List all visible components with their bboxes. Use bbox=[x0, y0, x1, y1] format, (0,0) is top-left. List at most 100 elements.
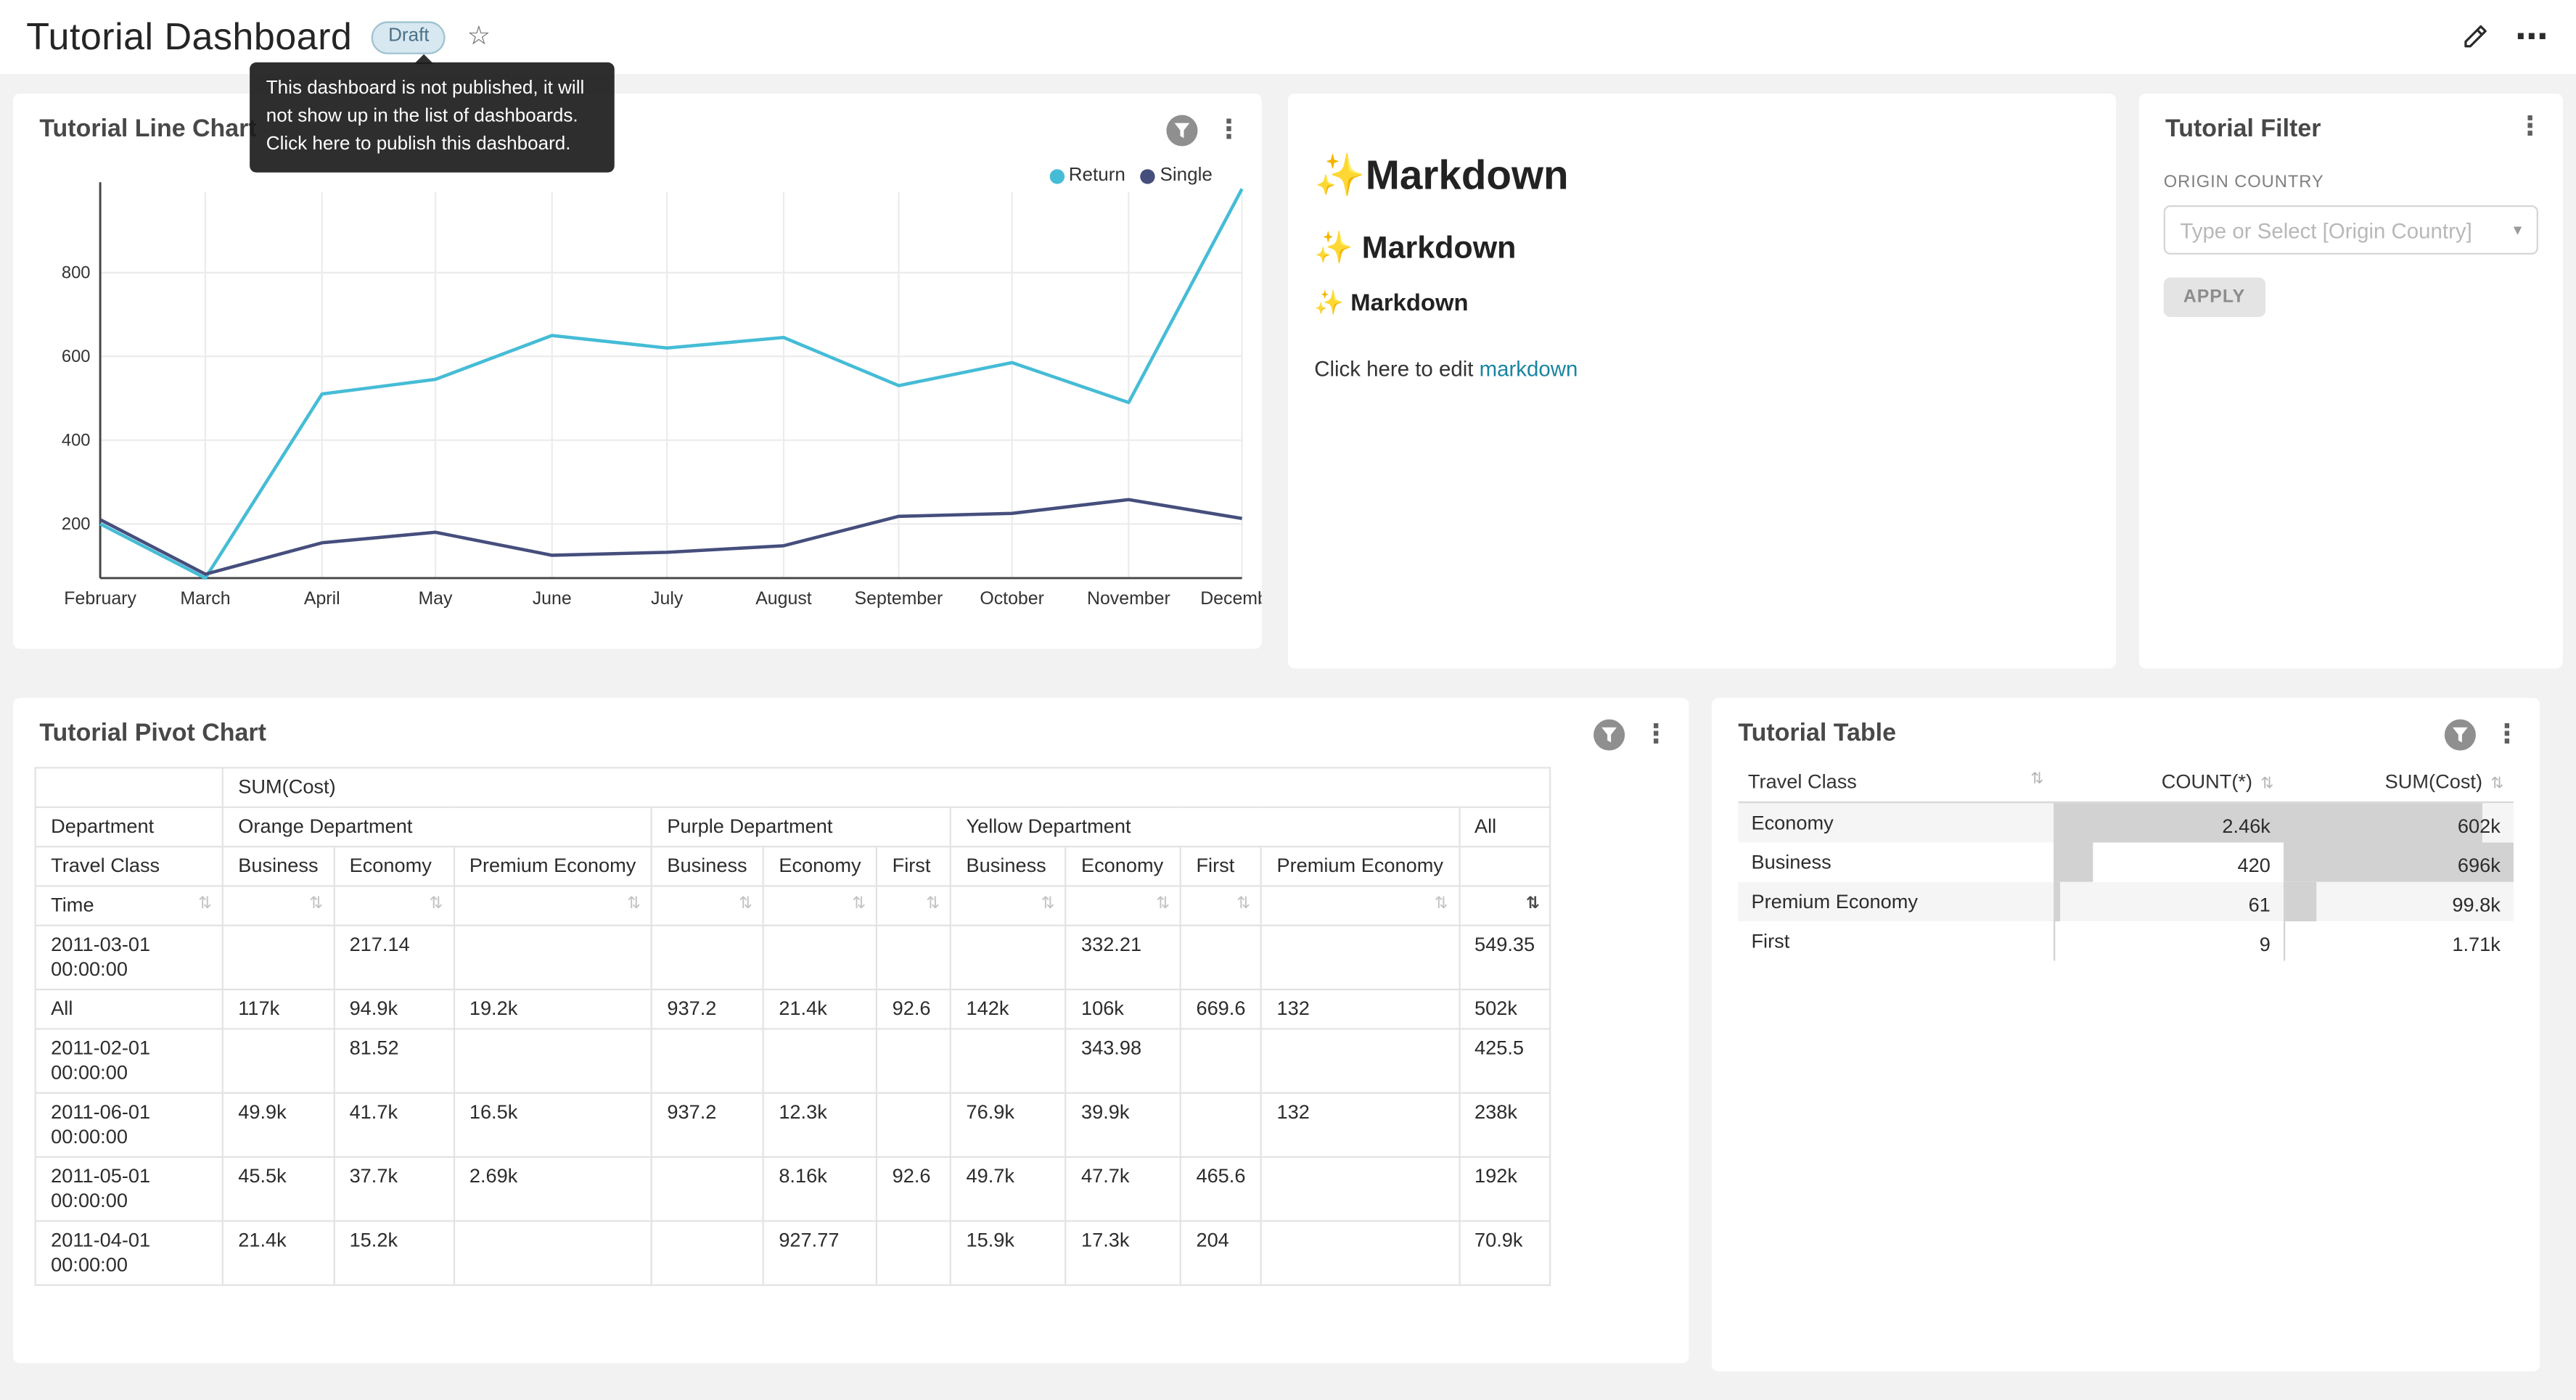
cell-travel-class: Economy bbox=[1738, 802, 2054, 841]
pivot-cell bbox=[652, 926, 763, 989]
markdown-card[interactable]: ✨Markdown ✨ Markdown ✨ Markdown Click he… bbox=[1288, 94, 2116, 668]
pivot-cell: 669.6 bbox=[1181, 989, 1261, 1029]
pivot-cell bbox=[1261, 926, 1459, 989]
pivot-sort-col[interactable]: ⇅ bbox=[454, 886, 652, 925]
pivot-cell bbox=[223, 1029, 334, 1092]
pivot-sort-col[interactable]: ⇅ bbox=[334, 886, 454, 925]
pivot-cell: 17.3k bbox=[1065, 1221, 1180, 1285]
svg-text:June: June bbox=[533, 588, 572, 609]
pivot-row-label: All bbox=[36, 989, 223, 1029]
filter-indicator-icon[interactable] bbox=[1166, 115, 1197, 146]
pivot-cell: 927.77 bbox=[763, 1221, 877, 1285]
chevron-down-icon: ▾ bbox=[2514, 221, 2522, 239]
pivot-cell: 39.9k bbox=[1065, 1093, 1180, 1157]
kebab-menu-icon[interactable]: ⋮ bbox=[2516, 115, 2543, 141]
more-icon[interactable]: ⋯ bbox=[2515, 20, 2550, 53]
sort-icon: ⇅ bbox=[627, 894, 641, 917]
pivot-sort-col[interactable]: ⇅ bbox=[1181, 886, 1261, 925]
markdown-paragraph: Click here to edit markdown bbox=[1314, 356, 2090, 381]
cell-count: 9 bbox=[2054, 921, 2284, 960]
sort-icon: ⇅ bbox=[852, 894, 866, 917]
filter-indicator-icon[interactable] bbox=[2445, 720, 2476, 751]
publish-tooltip[interactable]: This dashboard is not published, it will… bbox=[250, 62, 615, 173]
col-header-travel-class[interactable]: Travel Class⇅ bbox=[1738, 764, 2054, 802]
kebab-menu-icon[interactable]: ⋮ bbox=[2494, 722, 2520, 748]
apply-button[interactable]: APPLY bbox=[2164, 278, 2265, 317]
pivot-cell: 465.6 bbox=[1181, 1157, 1261, 1221]
pivot-cell: 81.52 bbox=[334, 1029, 454, 1092]
pivot-sort-col[interactable]: ⇅ bbox=[877, 886, 951, 925]
card-actions: ⋮ bbox=[1593, 720, 1669, 751]
pivot-sort-time[interactable]: Time⇅ bbox=[36, 886, 223, 925]
filter-indicator-icon[interactable] bbox=[1593, 720, 1625, 751]
pivot-cell: 16.5k bbox=[454, 1093, 652, 1157]
markdown-link[interactable]: markdown bbox=[1480, 356, 1578, 381]
svg-text:800: 800 bbox=[62, 263, 91, 283]
pivot-sort-col[interactable]: ⇅ bbox=[1065, 886, 1180, 925]
pivot-sort-col[interactable]: ⇅ bbox=[951, 886, 1065, 925]
sort-icon: ⇅ bbox=[2030, 770, 2043, 788]
card-title: Tutorial Filter bbox=[2165, 115, 2321, 142]
table-row: First91.71k bbox=[1738, 921, 2514, 960]
pivot-table-wrap: SUM(Cost)DepartmentOrange DepartmentPurp… bbox=[13, 751, 1689, 1286]
pivot-sort-col[interactable]: ⇅ bbox=[1459, 886, 1550, 925]
cell-travel-class: Premium Economy bbox=[1738, 881, 2054, 921]
edit-icon[interactable] bbox=[2461, 23, 2489, 51]
pivot-chart-card: Tutorial Pivot Chart ⋮ SUM(Cost)Departme… bbox=[13, 698, 1689, 1363]
pivot-col-leaf: Economy bbox=[334, 847, 454, 886]
markdown-h1: ✨Markdown bbox=[1314, 153, 2090, 201]
pivot-sort-col[interactable]: ⇅ bbox=[223, 886, 334, 925]
select-placeholder: Type or Select [Origin Country] bbox=[2180, 218, 2472, 242]
pivot-cell: 2.69k bbox=[454, 1157, 652, 1221]
pivot-cell bbox=[454, 1221, 652, 1285]
pivot-cell: 37.7k bbox=[334, 1157, 454, 1221]
pivot-cell: 21.4k bbox=[223, 1221, 334, 1285]
filter-field-label: ORIGIN COUNTRY bbox=[2164, 173, 2538, 192]
pivot-col-leaf: First bbox=[877, 847, 951, 886]
pivot-cell: 142k bbox=[951, 989, 1065, 1029]
pivot-row-label: 2011-02-01 00:00:00 bbox=[36, 1029, 223, 1092]
col-header-sum-cost[interactable]: SUM(Cost)⇅ bbox=[2284, 764, 2514, 802]
kebab-menu-icon[interactable]: ⋮ bbox=[1215, 118, 1242, 144]
col-header-count[interactable]: COUNT(*)⇅ bbox=[2054, 764, 2284, 802]
pivot-cell: 502k bbox=[1459, 989, 1550, 1029]
table-row: Premium Economy6199.8k bbox=[1738, 881, 2514, 921]
pivot-cell bbox=[763, 1029, 877, 1092]
star-icon[interactable]: ☆ bbox=[467, 24, 491, 50]
sort-icon: ⇅ bbox=[430, 894, 443, 917]
pivot-sort-col[interactable]: ⇅ bbox=[652, 886, 763, 925]
pivot-cell: 70.9k bbox=[1459, 1221, 1550, 1285]
cell-sum: 602k bbox=[2284, 802, 2514, 841]
pivot-col-group: Yellow Department bbox=[951, 807, 1459, 847]
pivot-row-label: 2011-05-01 00:00:00 bbox=[36, 1157, 223, 1221]
origin-country-select[interactable]: Type or Select [Origin Country] ▾ bbox=[2164, 205, 2538, 255]
pivot-cell bbox=[1181, 926, 1261, 989]
pivot-cell: 332.21 bbox=[1065, 926, 1180, 989]
pivot-col-leaf: Economy bbox=[763, 847, 877, 886]
sort-icon: ⇅ bbox=[1526, 894, 1540, 917]
pivot-row: 2011-05-01 00:00:0045.5k37.7k2.69k8.16k9… bbox=[36, 1157, 1551, 1221]
draft-badge[interactable]: Draft bbox=[372, 20, 446, 53]
pivot-cell: 21.4k bbox=[763, 989, 877, 1029]
pivot-col-leaf: Business bbox=[652, 847, 763, 886]
pivot-cell bbox=[877, 926, 951, 989]
cell-count: 420 bbox=[2054, 841, 2284, 881]
kebab-menu-icon[interactable]: ⋮ bbox=[1643, 722, 1669, 748]
card-actions: ⋮ bbox=[1166, 115, 1242, 146]
sort-icon: ⇅ bbox=[1041, 894, 1055, 917]
svg-text:400: 400 bbox=[62, 431, 91, 450]
pivot-cell: 94.9k bbox=[334, 989, 454, 1029]
pivot-cell: 937.2 bbox=[652, 1093, 763, 1157]
cell-sum: 99.8k bbox=[2284, 881, 2514, 921]
pivot-col-leaf: Business bbox=[223, 847, 334, 886]
data-table-wrap: Travel Class⇅COUNT(*)⇅SUM(Cost)⇅ Economy… bbox=[1712, 751, 2540, 960]
card-actions: ⋮ bbox=[2516, 115, 2543, 141]
pivot-cell bbox=[223, 926, 334, 989]
cell-travel-class: Business bbox=[1738, 841, 2054, 881]
pivot-row-label: 2011-06-01 00:00:00 bbox=[36, 1093, 223, 1157]
pivot-cell: 204 bbox=[1181, 1221, 1261, 1285]
pivot-row: 2011-02-01 00:00:0081.52343.98425.5 bbox=[36, 1029, 1551, 1092]
pivot-sort-col[interactable]: ⇅ bbox=[763, 886, 877, 925]
pivot-sort-col[interactable]: ⇅ bbox=[1261, 886, 1459, 925]
pivot-cell: 76.9k bbox=[951, 1093, 1065, 1157]
